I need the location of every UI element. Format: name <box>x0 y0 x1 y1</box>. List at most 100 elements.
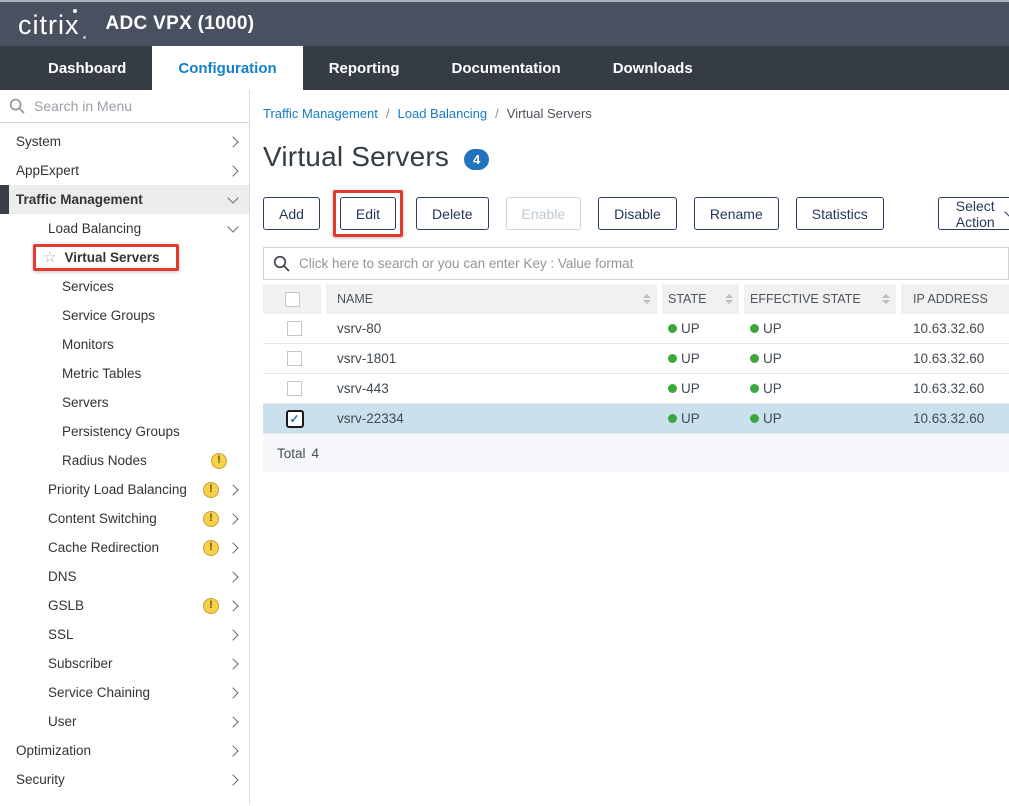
breadcrumb-separator: / <box>495 106 499 121</box>
sidebar-item-gslb[interactable]: GSLB! <box>0 591 249 620</box>
search-icon <box>9 98 25 114</box>
column-header-ip-address[interactable]: IP ADDRESS <box>901 284 1009 314</box>
sidebar-item-virtual-servers[interactable]: ☆Virtual Servers <box>0 243 249 272</box>
sidebar-item-label: Servers <box>62 395 109 410</box>
sidebar-item-radius-nodes[interactable]: Radius Nodes! <box>0 446 249 475</box>
row-checkbox[interactable]: ✓ <box>286 410 304 428</box>
chevron-right-icon <box>227 600 238 611</box>
sidebar-item-label: Radius Nodes <box>62 453 147 468</box>
sidebar-item-user[interactable]: User <box>0 707 249 736</box>
chevron-right-icon <box>227 629 238 640</box>
nav-tab-reporting[interactable]: Reporting <box>303 46 426 90</box>
status-up-dot <box>750 324 759 333</box>
column-header-name[interactable]: NAME <box>326 284 657 314</box>
citrix-logo-text: citrix <box>18 10 80 40</box>
column-header-state[interactable]: STATE <box>662 284 739 314</box>
sidebar-item-monitors[interactable]: Monitors <box>0 330 249 359</box>
nav-tab-configuration[interactable]: Configuration <box>152 46 302 90</box>
cell-name: vsrv-22334 <box>326 411 662 426</box>
sidebar-item-servers[interactable]: Servers <box>0 388 249 417</box>
sidebar-item-persistency-groups[interactable]: Persistency Groups <box>0 417 249 446</box>
select-action-button[interactable]: Select Action <box>938 197 1009 230</box>
sidebar-item-service-chaining[interactable]: Service Chaining <box>0 678 249 707</box>
sidebar-item-metric-tables[interactable]: Metric Tables <box>0 359 249 388</box>
status-text: UP <box>681 321 700 336</box>
nav-tab-documentation[interactable]: Documentation <box>426 46 587 90</box>
sort-up-arrow <box>725 294 733 298</box>
sidebar-item-service-groups[interactable]: Service Groups <box>0 301 249 330</box>
sort-icon[interactable] <box>725 294 733 304</box>
add-button[interactable]: Add <box>263 197 320 230</box>
table-row-vsrv-1801[interactable]: vsrv-1801UPUP10.63.32.60 <box>263 344 1009 374</box>
table-row-vsrv-80[interactable]: vsrv-80UPUP10.63.32.60 <box>263 314 1009 344</box>
menu-search-input[interactable]: Search in Menu <box>0 90 249 123</box>
row-checkbox[interactable] <box>287 351 302 366</box>
statistics-button[interactable]: Statistics <box>796 197 884 230</box>
select-action-label: Select Action <box>956 198 995 230</box>
column-header-effective-state[interactable]: EFFECTIVE STATE <box>744 284 896 314</box>
sidebar-item-content-switching[interactable]: Content Switching! <box>0 504 249 533</box>
cell-state: UP <box>662 321 744 336</box>
sidebar-item-label: Content Switching <box>48 511 157 526</box>
cell-name: vsrv-1801 <box>326 351 662 366</box>
sort-icon[interactable] <box>882 294 890 304</box>
sidebar-item-appexpert[interactable]: AppExpert <box>0 156 249 185</box>
chevron-right-icon <box>227 542 238 553</box>
sidebar-item-services[interactable]: Services <box>0 272 249 301</box>
sidebar-item-dns[interactable]: DNS <box>0 562 249 591</box>
rename-button[interactable]: Rename <box>694 197 779 230</box>
table-search-placeholder: Click here to search or you can enter Ke… <box>299 256 633 271</box>
edit-button[interactable]: Edit <box>340 197 396 230</box>
status-up-dot <box>668 324 677 333</box>
table-body: vsrv-80UPUP10.63.32.60vsrv-1801UPUP10.63… <box>263 314 1009 434</box>
citrix-logo: citrix <box>18 10 80 39</box>
sidebar-item-optimization[interactable]: Optimization <box>0 736 249 765</box>
sidebar-item-load-balancing[interactable]: Load Balancing <box>0 214 249 243</box>
status-up-dot <box>668 384 677 393</box>
sidebar-item-label: Metric Tables <box>62 366 141 381</box>
cell-select: ✓ <box>263 410 326 428</box>
cell-name: vsrv-443 <box>326 381 662 396</box>
sidebar-item-subscriber[interactable]: Subscriber <box>0 649 249 678</box>
sidebar-item-cache-redirection[interactable]: Cache Redirection! <box>0 533 249 562</box>
cell-select <box>263 381 326 396</box>
app-title: ADC VPX (1000) <box>106 13 255 35</box>
status-text: UP <box>681 351 700 366</box>
disable-button[interactable]: Disable <box>598 197 677 230</box>
sidebar-item-label: DNS <box>48 569 77 584</box>
sidebar-item-label: User <box>48 714 77 729</box>
row-checkbox[interactable] <box>287 321 302 336</box>
chevron-right-icon <box>227 571 238 582</box>
select-all-checkbox[interactable] <box>285 292 300 307</box>
row-checkbox[interactable] <box>287 381 302 396</box>
citrix-logo-trademark-dot <box>83 36 86 39</box>
breadcrumb-traffic-management[interactable]: Traffic Management <box>263 106 378 121</box>
sidebar-item-security[interactable]: Security <box>0 765 249 794</box>
citrix-logo-x-dot <box>73 9 77 13</box>
cell-eff: UP <box>744 351 901 366</box>
delete-button[interactable]: Delete <box>416 197 488 230</box>
nav-tab-downloads[interactable]: Downloads <box>587 46 719 90</box>
nav-tab-dashboard[interactable]: Dashboard <box>22 46 152 90</box>
chevron-down-icon <box>227 221 238 232</box>
breadcrumb-load-balancing[interactable]: Load Balancing <box>398 106 488 121</box>
sidebar-item-label: Monitors <box>62 337 114 352</box>
sidebar-item-traffic-management[interactable]: Traffic Management <box>0 185 249 214</box>
cell-ip-address: 10.63.32.60 <box>901 381 1009 396</box>
sidebar-item-system[interactable]: System <box>0 127 249 156</box>
table-search-input[interactable]: Click here to search or you can enter Ke… <box>263 247 1009 280</box>
sidebar-item-ssl[interactable]: SSL <box>0 620 249 649</box>
sort-icon[interactable] <box>643 294 651 304</box>
sort-up-arrow <box>643 294 651 298</box>
virtual-servers-table: NAMESTATEEFFECTIVE STATEIP ADDRESS vsrv-… <box>263 284 1009 472</box>
sidebar-item-label: Service Chaining <box>48 685 150 700</box>
cell-state: UP <box>662 411 744 426</box>
chevron-right-icon <box>227 687 238 698</box>
sidebar-item-priority-load-balancing[interactable]: Priority Load Balancing! <box>0 475 249 504</box>
favorite-star-icon[interactable]: ☆ <box>43 250 56 265</box>
sidebar-item-label: Cache Redirection <box>48 540 159 555</box>
app-header: citrix ADC VPX (1000) <box>0 0 1009 46</box>
table-row-vsrv-22334[interactable]: ✓vsrv-22334UPUP10.63.32.60 <box>263 404 1009 434</box>
cell-select <box>263 321 326 336</box>
table-row-vsrv-443[interactable]: vsrv-443UPUP10.63.32.60 <box>263 374 1009 404</box>
